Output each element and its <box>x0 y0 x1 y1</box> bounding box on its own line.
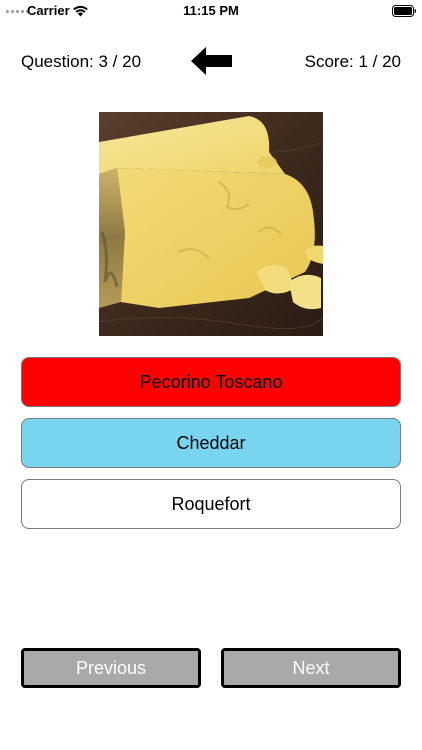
score-counter: Score: 1 / 20 <box>304 52 401 71</box>
arrow-left-icon <box>191 47 232 75</box>
answer-option-cheddar[interactable]: Cheddar <box>21 418 401 468</box>
battery-icon <box>392 5 416 17</box>
cheese-photo <box>99 112 323 336</box>
previous-button[interactable]: Previous <box>21 648 201 688</box>
back-button[interactable] <box>190 45 234 77</box>
status-bar: Carrier 11:15 PM <box>0 0 422 22</box>
answer-option-pecorino-toscano[interactable]: Pecorino Toscano <box>21 357 401 407</box>
question-counter: Question: 3 / 20 <box>21 52 142 71</box>
answer-option-roquefort[interactable]: Roquefort <box>21 479 401 529</box>
status-time: 11:15 PM <box>183 3 239 18</box>
next-button[interactable]: Next <box>221 648 401 688</box>
